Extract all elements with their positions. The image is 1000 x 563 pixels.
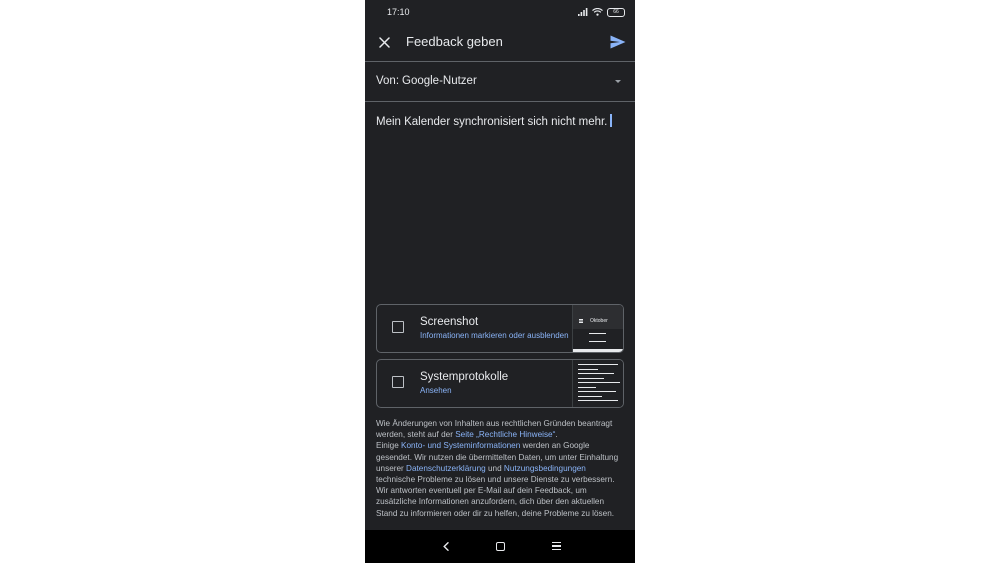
- feedback-textarea[interactable]: Mein Kalender synchronisiert sich nicht …: [376, 114, 612, 128]
- log-line: [578, 396, 602, 397]
- legal-notice: Wie Änderungen von Inhalten aus rechtlic…: [376, 418, 622, 519]
- back-icon: [443, 541, 449, 551]
- send-icon: [610, 35, 626, 49]
- close-icon: [378, 36, 390, 48]
- from-label: Von:: [376, 75, 400, 87]
- legal-paragraph: Einige Konto- und Systeminformationen we…: [376, 440, 622, 518]
- back-button[interactable]: [441, 541, 451, 551]
- home-icon[interactable]: [496, 542, 505, 551]
- legal-text: technische Probleme zu lösen und unsere …: [376, 475, 615, 518]
- privacy-policy-link[interactable]: Datenschutzerklärung: [406, 464, 486, 473]
- wifi-icon: [592, 8, 603, 16]
- recents-icon[interactable]: [552, 542, 561, 550]
- legal-text: und: [485, 463, 504, 473]
- page-title: Feedback geben: [406, 34, 503, 49]
- status-icons: 66: [578, 7, 625, 17]
- thumbnail-footer: [573, 349, 623, 352]
- legal-text: Einige: [376, 441, 402, 451]
- battery-icon: 66: [607, 7, 625, 17]
- thumbnail-line: [589, 333, 606, 334]
- status-time: 17:10: [387, 7, 410, 17]
- log-line: [578, 378, 604, 379]
- system-nav-bar: [365, 530, 635, 563]
- phone-screen: 17:10 66 Feedback geben Von: Google-Nutz…: [365, 0, 635, 563]
- screenshot-edit-link[interactable]: Informationen markieren oder ausblenden: [420, 331, 569, 340]
- log-line: [578, 387, 596, 388]
- legal-paragraph: Wie Änderungen von Inhalten aus rechtlic…: [376, 418, 622, 440]
- log-line: [578, 373, 614, 374]
- status-bar: 17:10 66: [365, 0, 635, 24]
- thumbnail-month: Oktober: [590, 318, 608, 324]
- system-logs-card[interactable]: Systemprotokolle Ansehen: [376, 359, 624, 408]
- log-line: [578, 364, 618, 365]
- divider: [365, 101, 635, 102]
- thumbnail-line: [589, 341, 606, 342]
- account-system-info-link[interactable]: Konto- und Systeminformationen: [401, 441, 520, 450]
- from-account: Google-Nutzer: [402, 75, 477, 87]
- app-bar: Feedback geben: [365, 24, 635, 61]
- log-line: [578, 391, 616, 392]
- dropdown-arrow-icon: [615, 80, 621, 83]
- log-line: [578, 400, 618, 401]
- system-logs-title: Systemprotokolle: [420, 371, 509, 383]
- screenshot-thumbnail[interactable]: Oktober: [572, 305, 623, 352]
- legal-text: .: [555, 430, 558, 440]
- from-selector[interactable]: Von: Google-Nutzer: [365, 62, 635, 101]
- system-logs-thumbnail[interactable]: [572, 360, 623, 407]
- system-logs-view-link[interactable]: Ansehen: [420, 386, 452, 395]
- log-line: [578, 369, 598, 370]
- terms-of-service-link[interactable]: Nutzungsbedingungen: [504, 464, 586, 473]
- system-logs-checkbox[interactable]: [392, 376, 404, 388]
- screenshot-checkbox[interactable]: [392, 321, 404, 333]
- log-line: [578, 382, 620, 383]
- close-button[interactable]: [375, 33, 393, 51]
- thumbnail-header: [573, 305, 623, 329]
- text-cursor: [610, 114, 612, 127]
- legal-notices-link[interactable]: Seite „Rechtliche Hinweise“: [455, 430, 555, 439]
- menu-icon: [579, 319, 583, 320]
- screenshot-card[interactable]: Screenshot Informationen markieren oder …: [376, 304, 624, 353]
- signal-icon: [578, 8, 588, 16]
- send-button[interactable]: [608, 32, 628, 52]
- feedback-text: Mein Kalender synchronisiert sich nicht …: [376, 116, 608, 128]
- screenshot-title: Screenshot: [420, 316, 479, 328]
